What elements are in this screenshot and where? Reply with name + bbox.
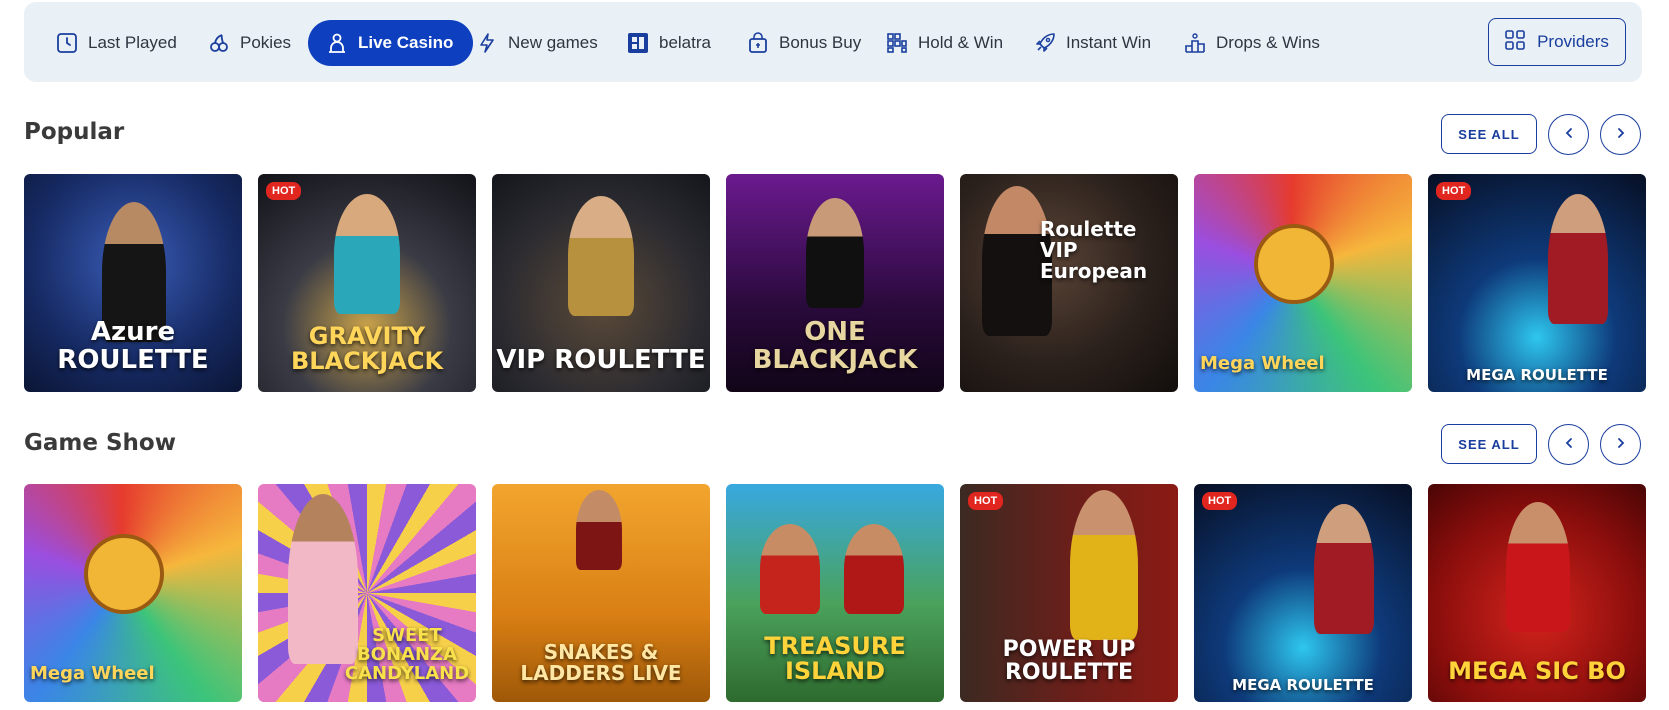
game-title: SWEET BONANZA CANDYLAND (344, 625, 470, 685)
grid-icon (1505, 29, 1525, 55)
dealer-image (1506, 502, 1570, 632)
nav-pokies[interactable]: Pokies (208, 20, 291, 66)
game-tile[interactable]: HOT MEGA ROULETTE (1428, 174, 1646, 392)
nav-new-games[interactable]: New games (476, 20, 598, 66)
hot-badge: HOT (266, 182, 302, 200)
game-title: SNAKES & LADDERS LIVE (520, 640, 682, 685)
hot-badge: HOT (1436, 182, 1472, 200)
dealer-image (334, 194, 400, 314)
providers-label: Providers (1537, 32, 1609, 51)
nav-label: New games (508, 33, 598, 52)
wheel-hub (1254, 224, 1334, 304)
nav-hold-win[interactable]: Hold & Win (886, 20, 1003, 66)
game-title: TREASURE ISLAND (764, 631, 906, 685)
game-title: Mega Wheel (1200, 353, 1325, 375)
nav-label: belatra (659, 33, 711, 52)
dealer-image (1070, 490, 1138, 640)
rocket-icon (1034, 32, 1056, 54)
chevron-left-icon (1563, 436, 1575, 454)
podium-icon (1184, 32, 1206, 54)
dealer-image (806, 198, 864, 308)
chevron-right-icon (1615, 126, 1627, 144)
nav-label: Instant Win (1066, 33, 1152, 52)
game-title: Mega Wheel (30, 663, 155, 685)
category-navbar: Last Played Pokies Live Casino New games… (24, 2, 1642, 82)
nav-label: Pokies (240, 33, 292, 52)
game-tile[interactable]: Azure ROULETTE (24, 174, 242, 392)
nav-bonus-buy[interactable]: Bonus Buy (747, 20, 861, 66)
grid-dots-icon (886, 32, 908, 54)
nav-instant-win[interactable]: Instant Win (1034, 20, 1151, 66)
lightning-icon (476, 32, 498, 54)
game-tile[interactable]: HOT POWER UP ROULETTE (960, 484, 1178, 702)
cherries-icon (208, 32, 230, 54)
chevron-left-icon (1563, 126, 1575, 144)
wheel-hub (84, 534, 164, 614)
game-thumbnail (1428, 174, 1646, 392)
game-tile[interactable]: Roulette VIP European (960, 174, 1178, 392)
hot-badge: HOT (968, 492, 1004, 510)
game-tile[interactable]: SNAKES & LADDERS LIVE (492, 484, 710, 702)
dealer-icon (326, 32, 348, 54)
nav-drops-wins[interactable]: Drops & Wins (1184, 20, 1320, 66)
game-show-next-button[interactable] (1600, 424, 1641, 465)
game-tile[interactable]: ONE BLACKJACK (726, 174, 944, 392)
gift-bag-icon (747, 32, 769, 54)
clock-icon (56, 32, 78, 54)
belatra-logo-icon (627, 32, 649, 54)
nav-label: Live Casino (358, 33, 454, 52)
chevron-right-icon (1615, 436, 1627, 454)
nav-live-casino[interactable]: Live Casino (308, 20, 474, 66)
game-title: VIP ROULETTE (496, 344, 706, 375)
game-title: GRAVITY BLACKJACK (290, 321, 444, 375)
game-tile[interactable]: HOT GRAVITY BLACKJACK (258, 174, 476, 392)
providers-button[interactable]: Providers (1488, 18, 1626, 66)
popular-prev-button[interactable] (1548, 114, 1589, 155)
game-title: MEGA SIC BO (1448, 656, 1626, 685)
nav-label: Bonus Buy (779, 33, 862, 52)
game-tile[interactable]: MEGA SIC BO (1428, 484, 1646, 702)
dealer-image (568, 196, 634, 316)
nav-label: Drops & Wins (1216, 33, 1320, 52)
dealer-image (844, 524, 904, 614)
see-all-popular-button[interactable]: SEE ALL (1441, 114, 1537, 154)
section-title-game-show: Game Show (24, 430, 176, 456)
game-title: POWER UP ROULETTE (1002, 636, 1136, 685)
game-tile[interactable]: Mega Wheel (24, 484, 242, 702)
dealer-image (760, 524, 820, 614)
see-all-game-show-button[interactable]: SEE ALL (1441, 424, 1537, 464)
game-tile[interactable]: SWEET BONANZA CANDYLAND (258, 484, 476, 702)
game-title: MEGA ROULETTE (1232, 676, 1374, 695)
nav-label: Last Played (88, 33, 177, 52)
game-tile[interactable]: TREASURE ISLAND (726, 484, 944, 702)
game-tile[interactable]: HOT MEGA ROULETTE (1194, 484, 1412, 702)
dealer-image (1314, 504, 1374, 634)
game-tile[interactable]: VIP ROULETTE (492, 174, 710, 392)
section-title-popular: Popular (24, 119, 125, 145)
game-title: Azure ROULETTE (57, 317, 209, 375)
dealer-image (1548, 194, 1608, 324)
game-tile[interactable]: Mega Wheel (1194, 174, 1412, 392)
dealer-image (576, 490, 622, 570)
game-show-prev-button[interactable] (1548, 424, 1589, 465)
game-title: MEGA ROULETTE (1466, 366, 1608, 385)
game-title: Roulette VIP European (1040, 217, 1148, 283)
nav-last-played[interactable]: Last Played (56, 20, 177, 66)
nav-label: Hold & Win (918, 33, 1004, 52)
nav-belatra[interactable]: belatra (627, 20, 711, 66)
game-title: ONE BLACKJACK (752, 317, 918, 375)
game-thumbnail (1194, 484, 1412, 702)
popular-next-button[interactable] (1600, 114, 1641, 155)
hot-badge: HOT (1202, 492, 1238, 510)
